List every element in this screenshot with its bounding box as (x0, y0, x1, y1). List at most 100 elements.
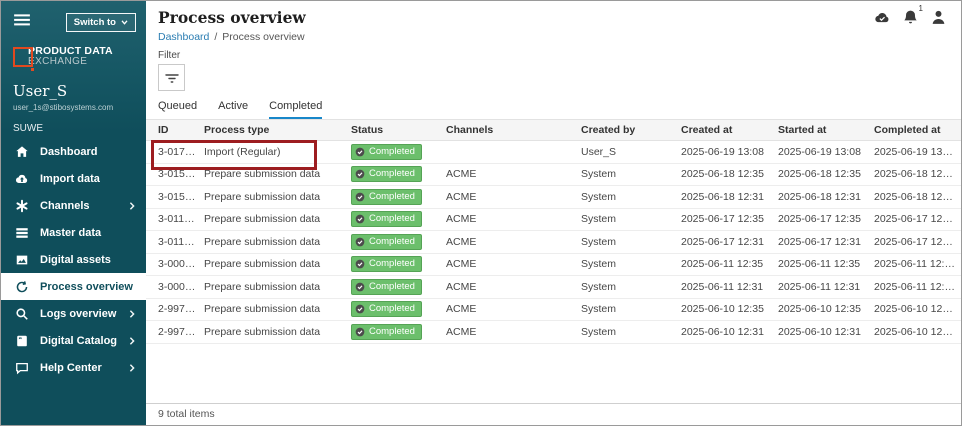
cell-process-type: Prepare submission data (204, 213, 351, 225)
chevron-right-icon (128, 202, 136, 210)
cell-created-by: System (581, 213, 681, 225)
cell-channels: ACME (446, 168, 581, 180)
status-badge: Completed (351, 301, 422, 317)
table-row[interactable]: 3-0112-66... Prepare submission data Com… (146, 231, 961, 254)
column-header-completed-at[interactable]: Completed at (874, 124, 961, 136)
check-circle-icon (355, 327, 365, 337)
column-header-status[interactable]: Status (351, 124, 446, 136)
cell-status: Completed (351, 279, 446, 295)
sidebar: Switch to PRODUCT DATA EXCHANGE User_S u… (1, 1, 146, 425)
column-header-channels[interactable]: Channels (446, 124, 581, 136)
notifications-bell-icon[interactable]: 1 (902, 9, 919, 31)
breadcrumb-current: Process overview (222, 31, 304, 43)
table-row[interactable]: 3-0151-02... Prepare submission data Com… (146, 186, 961, 209)
cell-channels: ACME (446, 236, 581, 248)
cloud-check-icon[interactable] (874, 9, 891, 31)
cell-id: 3-0002-95... (158, 258, 204, 270)
cell-completed-at: 2025-06-11 12:35 (874, 258, 961, 270)
column-header-created-by[interactable]: Created by (581, 124, 681, 136)
switch-to-button[interactable]: Switch to (66, 13, 136, 32)
check-circle-icon (355, 304, 365, 314)
page-header: Process overview Dashboard / Process ove… (146, 1, 961, 43)
cell-created-by: System (581, 236, 681, 248)
cell-channels: ACME (446, 281, 581, 293)
app-window: Switch to PRODUCT DATA EXCHANGE User_S u… (0, 0, 962, 426)
switch-to-label: Switch to (74, 17, 116, 28)
person-icon[interactable] (930, 9, 947, 31)
table-row[interactable]: 3-0002-95... Prepare submission data Com… (146, 276, 961, 299)
sidebar-item-digital-catalog[interactable]: Digital Catalog (1, 327, 146, 354)
cell-id: 3-0174-52... (158, 146, 204, 158)
table-row[interactable]: 3-0174-52... Import (Regular) Completed … (146, 141, 961, 164)
chat-icon (15, 361, 29, 375)
check-circle-icon (355, 282, 365, 292)
sidebar-item-master-data[interactable]: Master data (1, 219, 146, 246)
cell-completed-at: 2025-06-18 12:35 (874, 168, 961, 180)
status-badge-label: Completed (369, 258, 415, 270)
column-header-id[interactable]: ID (158, 124, 204, 136)
table-body: 3-0174-52... Import (Regular) Completed … (146, 141, 961, 344)
user-email: user_1s@stibosystems.com (13, 103, 136, 112)
tab-completed[interactable]: Completed (269, 100, 322, 119)
cell-status: Completed (351, 211, 446, 227)
cell-status: Completed (351, 301, 446, 317)
cell-completed-at: 2025-06-10 12:35 (874, 303, 961, 315)
cell-status: Completed (351, 189, 446, 205)
cell-started-at: 2025-06-11 12:35 (778, 258, 874, 270)
chevron-right-icon (128, 364, 136, 372)
sidebar-item-channels[interactable]: Channels (1, 192, 146, 219)
status-badge: Completed (351, 189, 422, 205)
sidebar-item-digital-assets[interactable]: Digital assets (1, 246, 146, 273)
column-header-process-type[interactable]: Process type (204, 124, 351, 136)
table-row[interactable]: 3-0002-95... Prepare submission data Com… (146, 254, 961, 277)
sidebar-item-import-data[interactable]: Import data (1, 165, 146, 192)
table-row[interactable]: 3-0151-02... Prepare submission data Com… (146, 164, 961, 187)
sidebar-item-help-center[interactable]: Help Center (1, 354, 146, 381)
status-badge: Completed (351, 324, 422, 340)
table-row[interactable]: 3-0112-66... Prepare submission data Com… (146, 209, 961, 232)
chevron-right-icon (128, 337, 136, 345)
status-badge: Completed (351, 211, 422, 227)
cell-status: Completed (351, 234, 446, 250)
column-header-created-at[interactable]: Created at (681, 124, 778, 136)
cell-process-type: Prepare submission data (204, 168, 351, 180)
notification-count-badge: 1 (919, 4, 923, 13)
sidebar-item-process-overview[interactable]: Process overview (1, 273, 146, 300)
search-icon (15, 307, 29, 321)
user-org: SUWE (13, 123, 136, 134)
cell-created-at: 2025-06-10 12:31 (681, 326, 778, 338)
cell-channels: ACME (446, 213, 581, 225)
sidebar-nav: Dashboard Import data Channels Master da… (1, 138, 146, 381)
cell-process-type: Prepare submission data (204, 191, 351, 203)
cell-channels: ACME (446, 326, 581, 338)
status-badge: Completed (351, 234, 422, 250)
sidebar-header: Switch to PRODUCT DATA EXCHANGE User_S u… (1, 1, 146, 132)
cell-completed-at: 2025-06-17 12:35 (874, 213, 961, 225)
list-icon (15, 226, 29, 240)
header-actions: 1 (874, 9, 947, 31)
table-row[interactable]: 2-9978-86... Prepare submission data Com… (146, 321, 961, 344)
cell-process-type: Prepare submission data (204, 281, 351, 293)
sidebar-item-dashboard[interactable]: Dashboard (1, 138, 146, 165)
cell-created-at: 2025-06-18 12:31 (681, 191, 778, 203)
image-icon (15, 253, 29, 267)
cell-started-at: 2025-06-11 12:31 (778, 281, 874, 293)
tab-queued[interactable]: Queued (158, 100, 197, 119)
main-content: 1 Process overview Dashboard / Process o… (146, 1, 961, 425)
brand-logo: PRODUCT DATA EXCHANGE (13, 46, 136, 68)
logo-square-icon (13, 47, 33, 67)
cell-created-at: 2025-06-19 13:08 (681, 146, 778, 158)
sidebar-item-logs-overview[interactable]: Logs overview (1, 300, 146, 327)
filter-button[interactable] (158, 64, 185, 91)
breadcrumb-dashboard-link[interactable]: Dashboard (158, 31, 209, 43)
cell-channels: ACME (446, 258, 581, 270)
cell-created-by: System (581, 326, 681, 338)
table-row[interactable]: 2-9978-86... Prepare submission data Com… (146, 299, 961, 322)
status-badge-label: Completed (369, 191, 415, 203)
column-header-started-at[interactable]: Started at (778, 124, 874, 136)
chevron-right-icon (128, 310, 136, 318)
hamburger-menu-icon[interactable] (13, 11, 31, 34)
logo-line2: EXCHANGE (28, 57, 113, 68)
cell-status: Completed (351, 144, 446, 160)
tab-active[interactable]: Active (218, 100, 248, 119)
